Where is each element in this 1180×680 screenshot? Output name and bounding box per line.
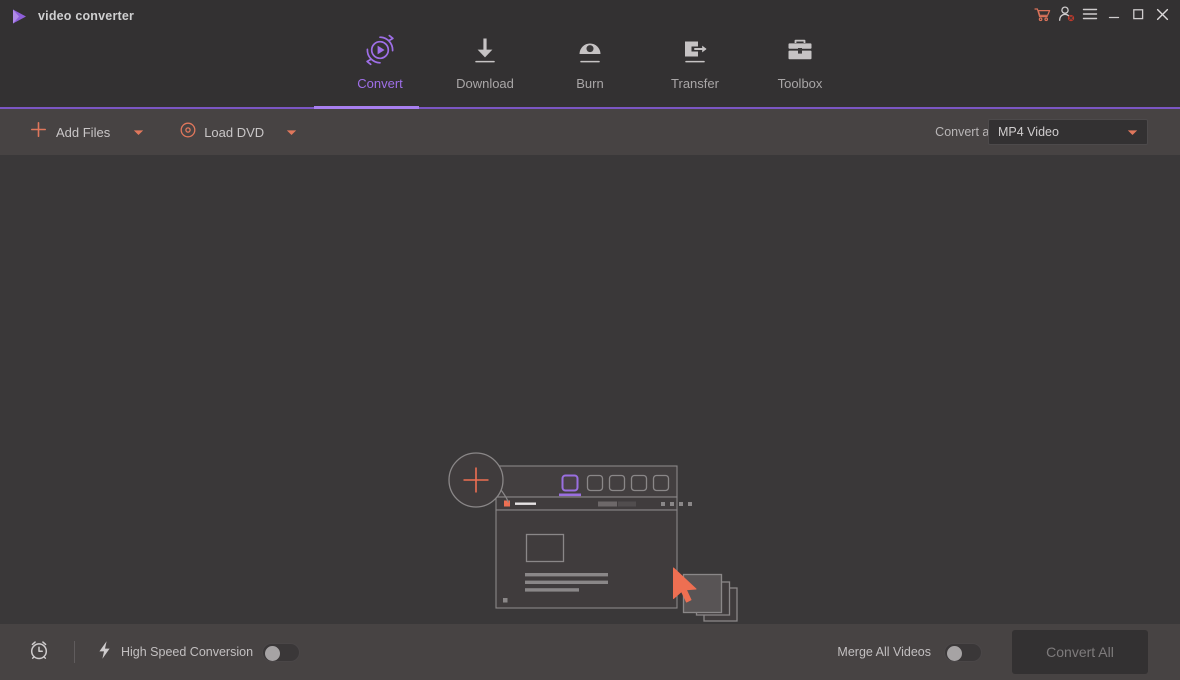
scheduler-button[interactable] — [28, 639, 50, 666]
tab-transfer-label: Transfer — [671, 76, 719, 91]
transfer-icon — [678, 28, 712, 72]
tab-download-label: Download — [456, 76, 514, 91]
tab-toolbox-label: Toolbox — [778, 76, 823, 91]
tab-transfer[interactable]: Transfer — [643, 22, 748, 108]
tab-download[interactable]: Download — [433, 22, 538, 108]
load-dvd-label: Load DVD — [204, 125, 264, 140]
alarm-clock-icon — [28, 639, 50, 666]
format-chevron-down-icon — [1127, 123, 1138, 141]
merge-all-videos-toggle[interactable] — [944, 643, 982, 662]
add-files-button[interactable]: Add Files — [30, 109, 144, 155]
footer-divider — [74, 641, 75, 663]
main-navigation: Convert Download — [0, 22, 1180, 108]
footer-left-group: High Speed Conversion — [0, 624, 300, 680]
app-window: video converter — [0, 0, 1180, 680]
burn-icon — [573, 28, 607, 72]
convert-all-label: Convert All — [1046, 644, 1114, 660]
file-list-area[interactable] — [0, 155, 1180, 624]
bottom-bar: High Speed Conversion Merge All Videos C… — [0, 624, 1180, 680]
convert-icon — [363, 28, 397, 72]
drop-zone-graphic — [440, 452, 740, 632]
title-bar: video converter — [0, 0, 1180, 109]
tab-burn-label: Burn — [576, 76, 603, 91]
merge-all-videos-label: Merge All Videos — [837, 645, 931, 659]
add-files-chevron-down-icon[interactable] — [133, 123, 144, 141]
dvd-disc-icon — [180, 122, 196, 143]
tab-convert[interactable]: Convert — [328, 22, 433, 108]
high-speed-conversion-toggle[interactable] — [262, 643, 300, 662]
footer-right-group: Merge All Videos Convert All — [837, 624, 1180, 680]
toggle-knob — [947, 646, 962, 661]
high-speed-conversion-label: High Speed Conversion — [121, 645, 253, 659]
action-toolbar: Add Files Load DVD Converting Conve — [0, 109, 1180, 155]
tab-convert-label: Convert — [357, 76, 403, 91]
output-format-select[interactable]: MP4 Video — [988, 119, 1148, 145]
convert-all-button[interactable]: Convert All — [1012, 630, 1148, 674]
app-title: video converter — [38, 9, 134, 23]
load-dvd-button[interactable]: Load DVD — [180, 109, 297, 155]
drop-files-illustration[interactable] — [440, 452, 740, 632]
toolbox-icon — [783, 28, 817, 72]
output-format-value: MP4 Video — [998, 125, 1127, 139]
merge-all-videos-group[interactable]: Merge All Videos — [837, 643, 982, 662]
tab-burn[interactable]: Burn — [538, 22, 643, 108]
add-files-label: Add Files — [56, 125, 110, 140]
high-speed-conversion-group[interactable]: High Speed Conversion — [97, 640, 300, 665]
lightning-bolt-icon — [97, 640, 112, 665]
toggle-knob — [265, 646, 280, 661]
tab-toolbox[interactable]: Toolbox — [748, 22, 853, 108]
plus-icon — [30, 121, 47, 143]
download-icon — [468, 28, 502, 72]
load-dvd-chevron-down-icon[interactable] — [286, 123, 297, 141]
